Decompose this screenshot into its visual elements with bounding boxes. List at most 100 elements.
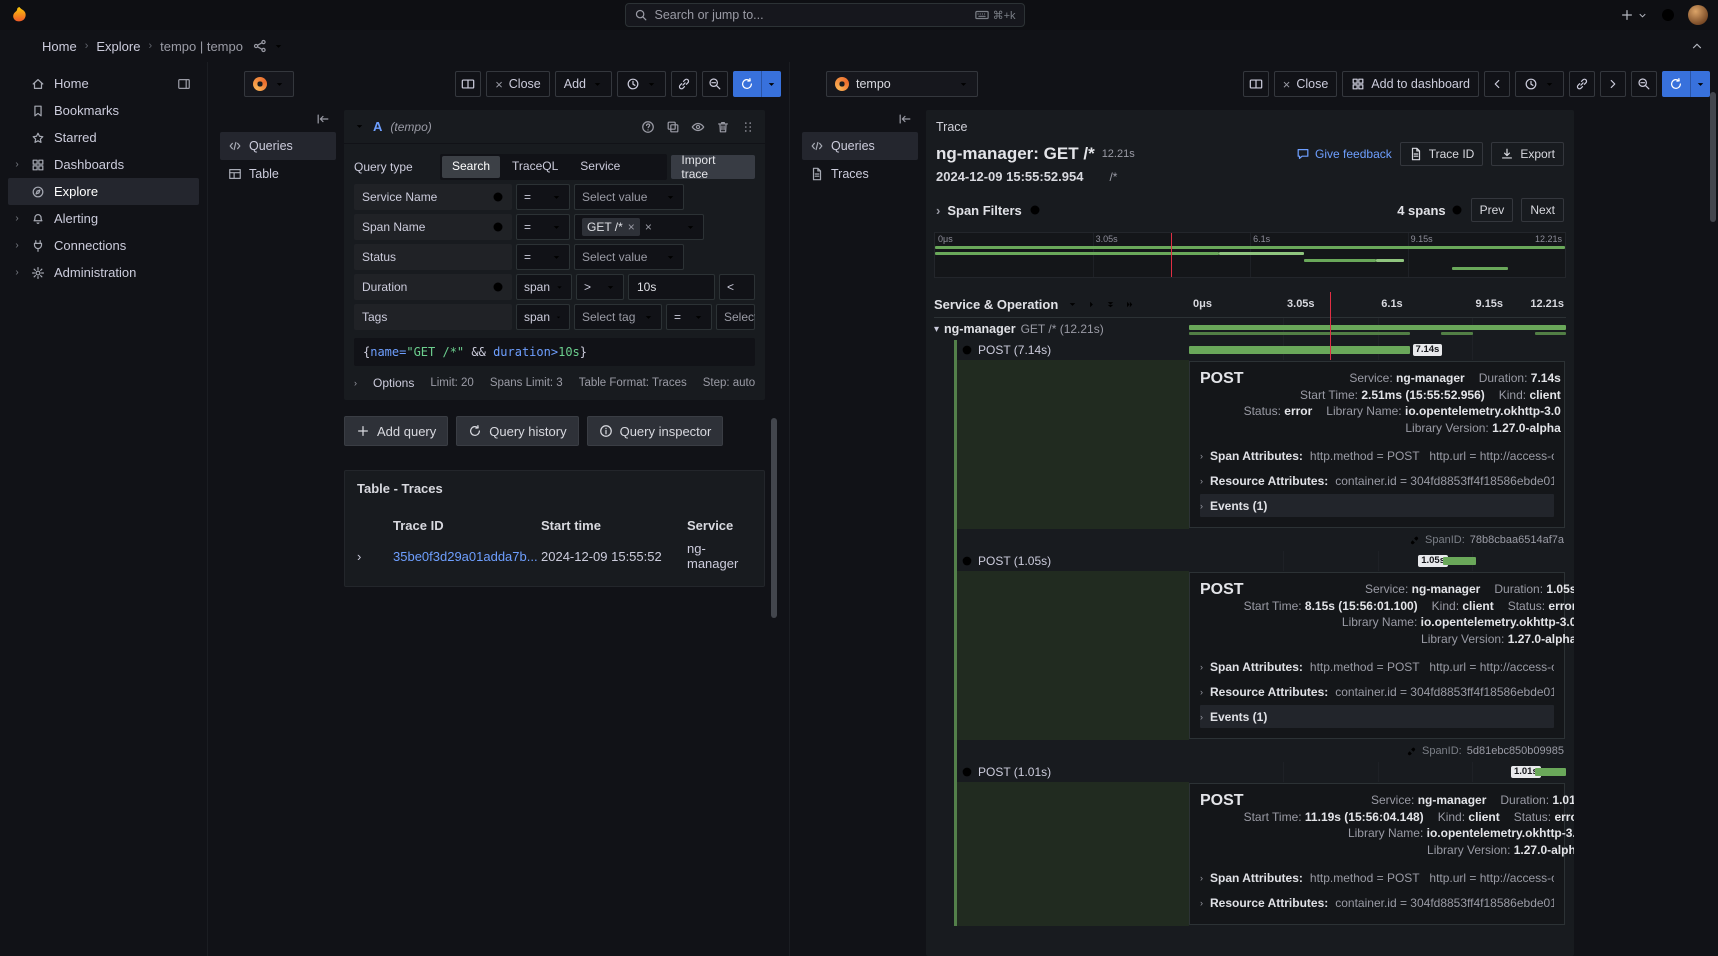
events-row[interactable]: › Events (1) [1200, 705, 1554, 728]
link-icon[interactable] [1409, 535, 1420, 546]
query-editor-header[interactable]: A (tempo) [344, 110, 765, 144]
trace-id-button[interactable]: Trace ID [1400, 142, 1484, 166]
span-attributes-row[interactable]: › Span Attributes: http.method = POST ht… [1200, 866, 1554, 889]
run-query-button[interactable] [1662, 71, 1710, 97]
remove-chip-icon[interactable]: × [628, 220, 635, 234]
collapse-toolbar-button[interactable] [1688, 37, 1706, 55]
duration-lt-operator-select[interactable]: < [719, 274, 755, 300]
new-menu-button[interactable] [1620, 8, 1648, 22]
add-query-button[interactable]: Add query [344, 416, 448, 446]
share-icon[interactable] [253, 39, 267, 53]
expand-options-icon[interactable]: › [354, 378, 357, 388]
time-picker-button[interactable] [617, 71, 666, 97]
expand-chevron-icon[interactable]: › [12, 267, 22, 278]
time-picker-button[interactable] [1515, 71, 1564, 97]
prev-span-button[interactable]: Prev [1471, 198, 1514, 222]
collapse-all-icon[interactable] [1124, 299, 1135, 310]
copy-link-button[interactable] [1569, 71, 1595, 97]
span-filters-toggle[interactable]: › Span Filters [936, 203, 1041, 218]
tag-operator-select[interactable]: = [666, 304, 712, 330]
service-name-value-select[interactable]: Select value [574, 184, 684, 210]
copy-link-button[interactable] [671, 71, 697, 97]
split-view-button[interactable] [1243, 71, 1269, 97]
sidebar-item-alerting[interactable]: › Alerting [8, 205, 199, 232]
content-outline-button[interactable] [216, 74, 236, 94]
breadcrumb-home[interactable]: Home [42, 39, 77, 54]
link-icon[interactable] [1406, 746, 1417, 757]
angle-right-icon[interactable] [1086, 299, 1097, 310]
tag-value-select[interactable]: Select va [716, 304, 755, 330]
zoom-out-button[interactable] [1631, 71, 1657, 97]
trace-minimap[interactable]: 0μs 3.05s 6.1s 9.15s 12.21s [934, 232, 1566, 278]
tag-name-select[interactable]: Select tag [574, 304, 662, 330]
next-span-button[interactable]: Next [1521, 198, 1564, 222]
sidebar-item-starred[interactable]: Starred [8, 124, 199, 151]
run-query-button[interactable] [733, 71, 781, 97]
datasource-picker[interactable] [244, 71, 294, 97]
span-bar[interactable] [1535, 768, 1566, 776]
span-attributes-row[interactable]: › Span Attributes: http.method = POST ht… [1200, 655, 1554, 678]
query-type-service-graph[interactable]: Service Graph [570, 156, 665, 178]
resource-attributes-row[interactable]: › Resource Attributes: container.id = 30… [1200, 891, 1554, 914]
zoom-out-button[interactable] [702, 71, 728, 97]
drag-handle-icon[interactable] [741, 120, 755, 134]
collapse-nav-icon[interactable] [898, 112, 912, 126]
span-attributes-row[interactable]: › Span Attributes: http.method = POST ht… [1200, 444, 1554, 467]
nav-item-queries[interactable]: Queries [802, 132, 918, 160]
collapse-query-icon[interactable] [354, 121, 365, 132]
span-row[interactable]: POST (1.01s) 1.01s [957, 762, 1566, 782]
sidebar-item-dashboards[interactable]: › Dashboards [8, 151, 199, 178]
duration-scope-select[interactable]: span [516, 274, 572, 300]
grafana-logo-icon[interactable] [10, 6, 29, 25]
col-trace-id[interactable]: Trace ID [393, 518, 541, 533]
expand-chevron-icon[interactable]: › [12, 213, 22, 224]
status-operator-select[interactable]: = [516, 244, 570, 270]
close-pane-button[interactable]: × Close [486, 71, 550, 97]
nav-item-traces[interactable]: Traces [802, 160, 918, 188]
give-feedback-link[interactable]: Give feedback [1296, 147, 1392, 161]
time-shift-forward-button[interactable] [1600, 71, 1626, 97]
duplicate-query-icon[interactable] [666, 120, 680, 134]
query-type-traceql[interactable]: TraceQL [502, 156, 568, 178]
content-outline-button[interactable] [798, 74, 818, 94]
resource-attributes-row[interactable]: › Resource Attributes: container.id = 30… [1200, 469, 1554, 492]
span-row-root[interactable]: ▾ ng-manager GET /* (12.21s) [934, 318, 1566, 340]
query-inspector-button[interactable]: Query inspector [587, 416, 724, 446]
options-label[interactable]: Options [373, 376, 414, 390]
span-name-value-select[interactable]: GET /* × × [574, 214, 704, 240]
expand-chevron-icon[interactable]: › [12, 240, 22, 251]
tags-scope-select[interactable]: span [516, 304, 570, 330]
span-bar[interactable] [1443, 557, 1475, 565]
dock-sidebar-icon[interactable] [177, 77, 191, 91]
sidebar-item-bookmarks[interactable]: Bookmarks [8, 97, 199, 124]
col-start-time[interactable]: Start time [541, 518, 687, 533]
span-row[interactable]: POST (1.05s) 1.05s [957, 551, 1566, 571]
span-name-chip[interactable]: GET /* × [582, 218, 640, 236]
collapse-nav-icon[interactable] [316, 112, 330, 126]
sidebar-item-home[interactable]: Home [8, 70, 199, 97]
duration-gt-operator-select[interactable]: > [576, 274, 624, 300]
service-name-operator-select[interactable]: = [516, 184, 570, 210]
duration-min-input[interactable]: 10s [628, 274, 715, 300]
add-to-dashboard-button[interactable]: Add to dashboard [1342, 71, 1479, 97]
query-type-search[interactable]: Search [442, 156, 500, 178]
remove-query-icon[interactable] [716, 120, 730, 134]
query-help-icon[interactable] [641, 120, 655, 134]
left-pane-scrollbar[interactable] [771, 418, 777, 618]
nav-item-table[interactable]: Table [220, 160, 336, 188]
sidebar-item-connections[interactable]: › Connections [8, 232, 199, 259]
help-button[interactable] [1660, 7, 1676, 23]
split-view-button[interactable] [455, 71, 481, 97]
nav-item-queries[interactable]: Queries [220, 132, 336, 160]
breadcrumb-explore[interactable]: Explore [96, 39, 140, 54]
add-dropdown-button[interactable]: Add [555, 71, 612, 97]
clear-select-icon[interactable]: × [645, 220, 652, 234]
row-expander-icon[interactable]: › [357, 549, 393, 564]
span-bar[interactable] [1189, 346, 1410, 354]
import-trace-button[interactable]: Import trace [671, 155, 755, 179]
disable-query-icon[interactable] [691, 120, 705, 134]
sidebar-item-administration[interactable]: › Administration [8, 259, 199, 286]
collapse-chevron-icon[interactable]: ▾ [934, 324, 939, 335]
export-button[interactable]: Export [1491, 142, 1564, 166]
expand-all-icon[interactable] [1105, 299, 1116, 310]
